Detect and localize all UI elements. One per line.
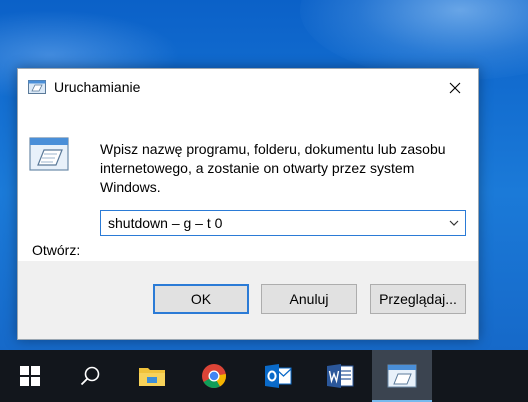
- chevron-down-icon[interactable]: [447, 217, 461, 229]
- open-input[interactable]: shutdown – g – t 0: [108, 215, 222, 231]
- ok-button[interactable]: OK: [153, 284, 249, 314]
- taskbar-chrome[interactable]: [184, 350, 244, 402]
- dialog-content: Wpisz nazwę programu, folderu, dokumentu…: [18, 107, 478, 261]
- taskbar: [0, 350, 528, 402]
- cancel-button[interactable]: Anuluj: [261, 284, 357, 314]
- open-label: Otwórz:: [32, 242, 80, 258]
- file-explorer-icon: [139, 368, 165, 386]
- open-label-text: Otwórz:: [32, 242, 81, 258]
- window-title: Uruchamianie: [54, 79, 141, 95]
- dialog-description: Wpisz nazwę programu, folderu, dokumentu…: [100, 141, 446, 195]
- run-icon: [29, 137, 69, 171]
- taskbar-run[interactable]: [372, 350, 432, 402]
- run-dialog: Uruchamianie Wpisz nazwę programu, folde…: [17, 68, 479, 340]
- title-bar[interactable]: Uruchamianie: [18, 69, 478, 107]
- run-icon: [387, 364, 417, 388]
- start-button[interactable]: [0, 350, 60, 402]
- search-button[interactable]: [60, 350, 120, 402]
- close-button[interactable]: [432, 69, 478, 107]
- taskbar-file-explorer[interactable]: [122, 350, 182, 402]
- open-combobox[interactable]: shutdown – g – t 0: [100, 210, 466, 236]
- run-icon: [28, 80, 46, 94]
- browse-button[interactable]: Przeglądaj...: [370, 284, 466, 314]
- search-icon: [80, 366, 100, 386]
- chrome-icon: [202, 364, 226, 389]
- windows-start-icon: [20, 366, 40, 386]
- button-bar: OK Anuluj Przeglądaj...: [18, 261, 478, 339]
- outlook-icon: [265, 364, 292, 388]
- close-icon: [449, 82, 461, 94]
- taskbar-outlook[interactable]: [248, 350, 308, 402]
- word-icon: [327, 364, 354, 388]
- taskbar-word[interactable]: [310, 350, 370, 402]
